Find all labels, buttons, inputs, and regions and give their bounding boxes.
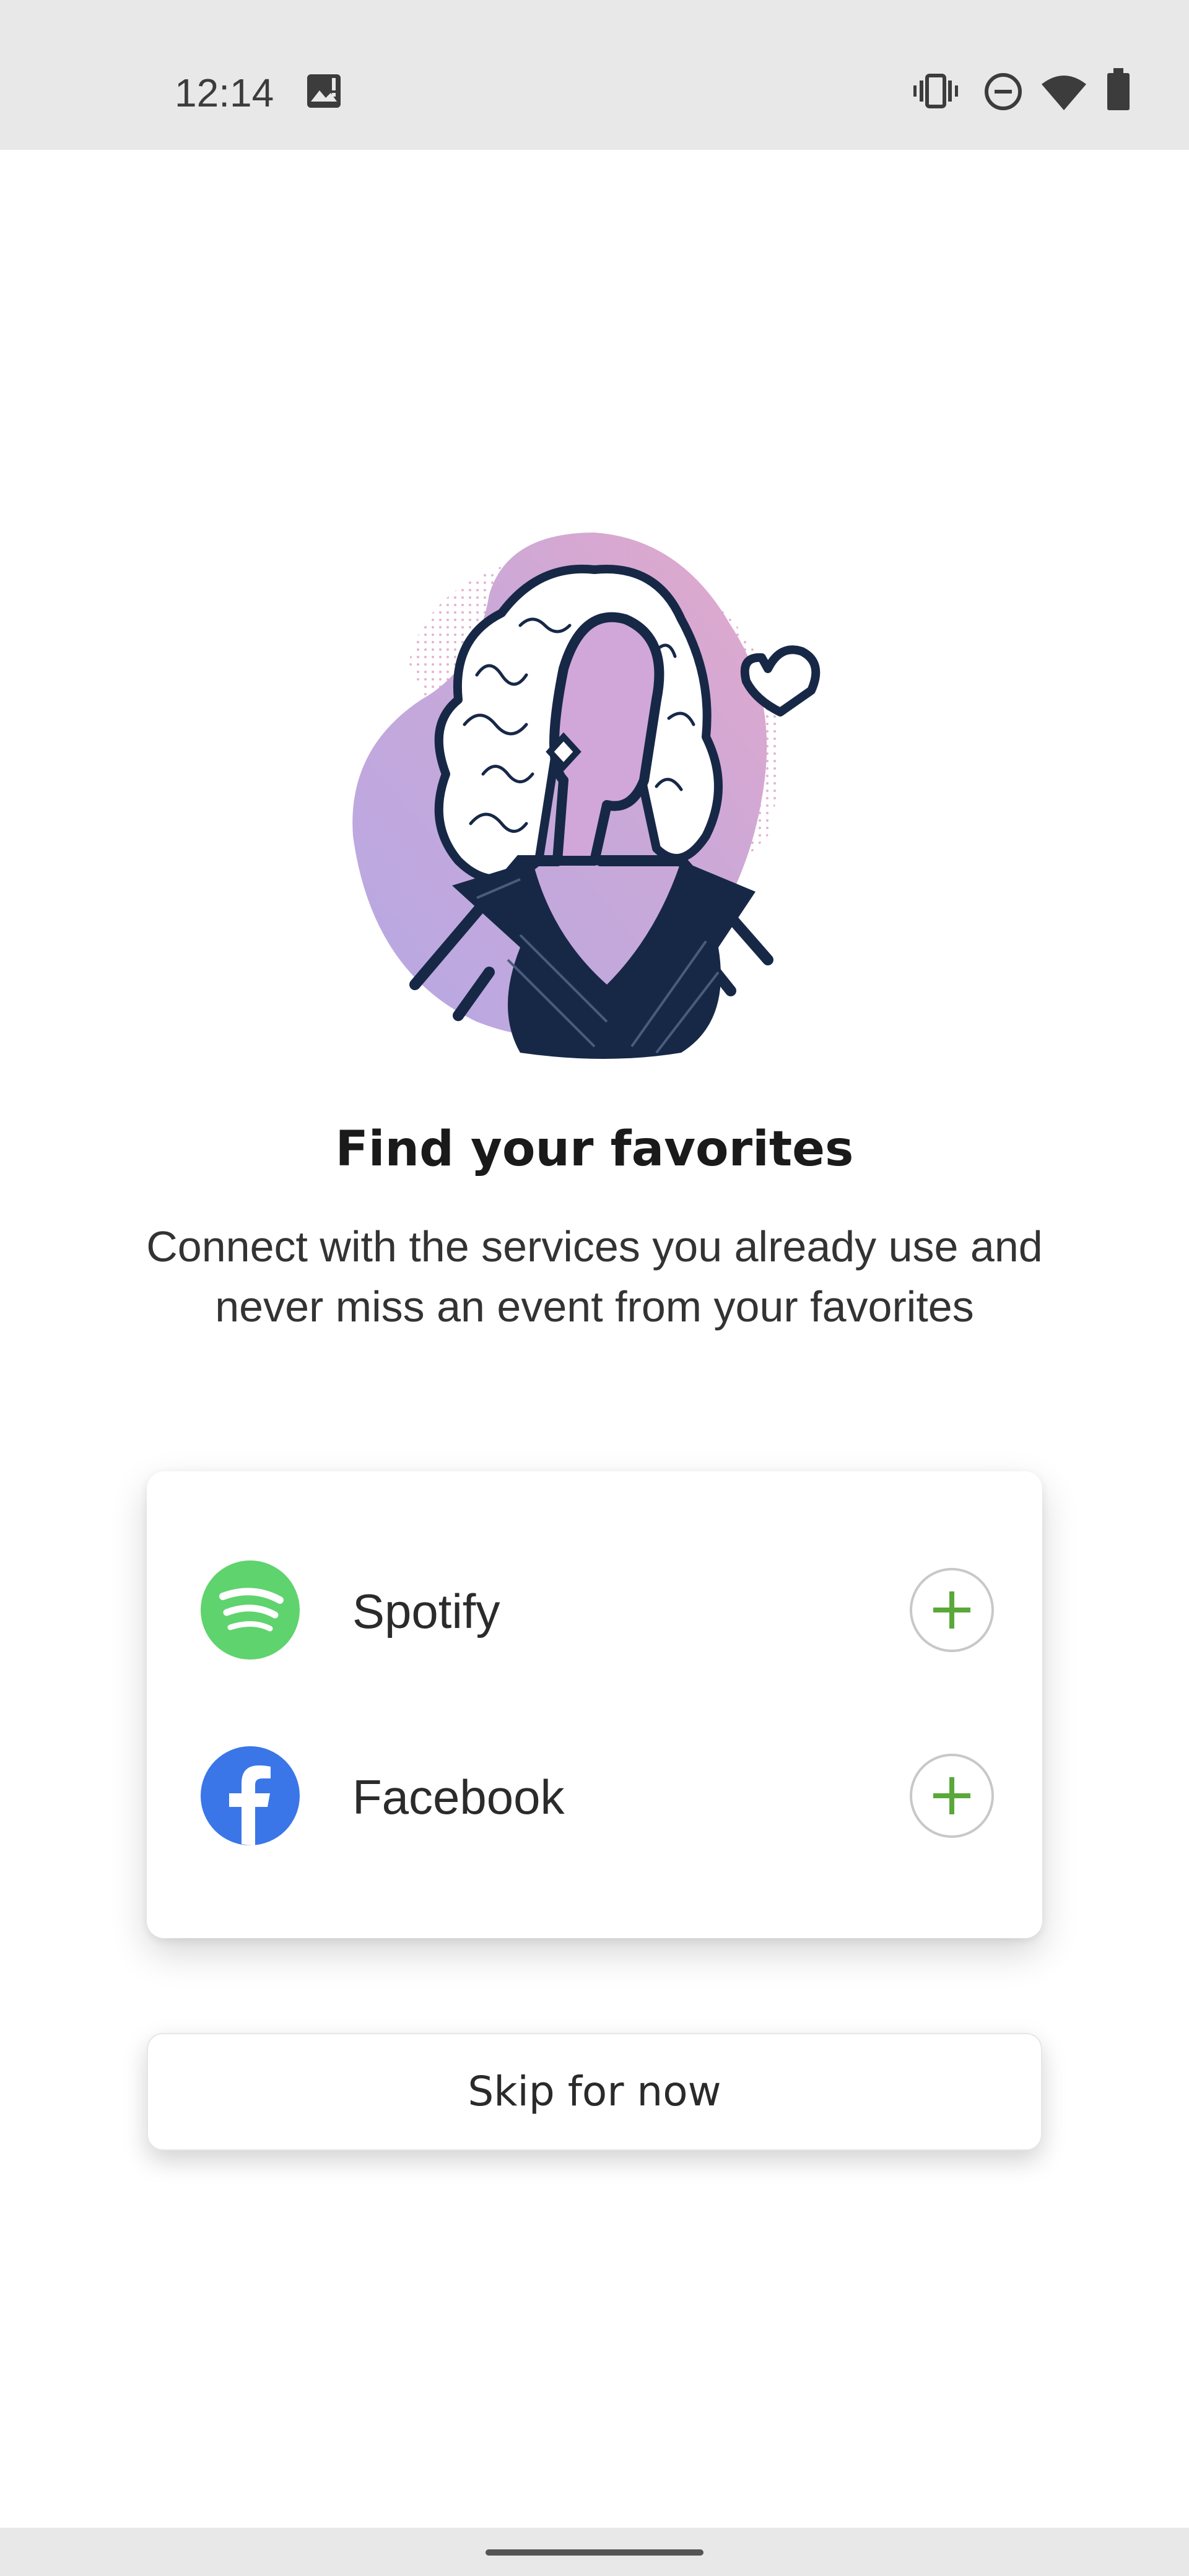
connect-facebook-button[interactable] (910, 1754, 994, 1838)
status-time: 12:14 (175, 71, 274, 115)
spotify-logo-icon (201, 1560, 300, 1660)
status-bar: 12:14 (0, 0, 1189, 150)
woman-illustration (352, 533, 821, 1059)
vibrate-icon (913, 74, 958, 108)
page-subtitle: Connect with the services you already us… (146, 1222, 1043, 1331)
home-gesture-handle[interactable] (486, 2549, 703, 2556)
service-label-spotify: Spotify (352, 1584, 500, 1638)
navigation-bar (0, 2528, 1189, 2576)
skip-button[interactable]: Skip for now (147, 2033, 1042, 2151)
service-row-spotify: Spotify (147, 1548, 1042, 1672)
battery-icon (1107, 68, 1130, 110)
services-card: Spotify Facebook (147, 1471, 1042, 1938)
facebook-logo-icon (201, 1746, 300, 1845)
wifi-icon (1042, 76, 1086, 110)
do-not-disturb-icon (985, 73, 1022, 110)
plus-icon (933, 1591, 970, 1629)
plus-icon (933, 1777, 970, 1814)
service-row-facebook: Facebook (147, 1734, 1042, 1858)
onboarding-screen: 12:14 Find your favorites Connect with t… (0, 0, 1189, 2576)
page-title: Find your favorites (335, 1121, 854, 1177)
connect-spotify-button[interactable] (910, 1568, 994, 1652)
service-label-facebook: Facebook (352, 1770, 565, 1824)
image-notification-icon (307, 74, 341, 108)
